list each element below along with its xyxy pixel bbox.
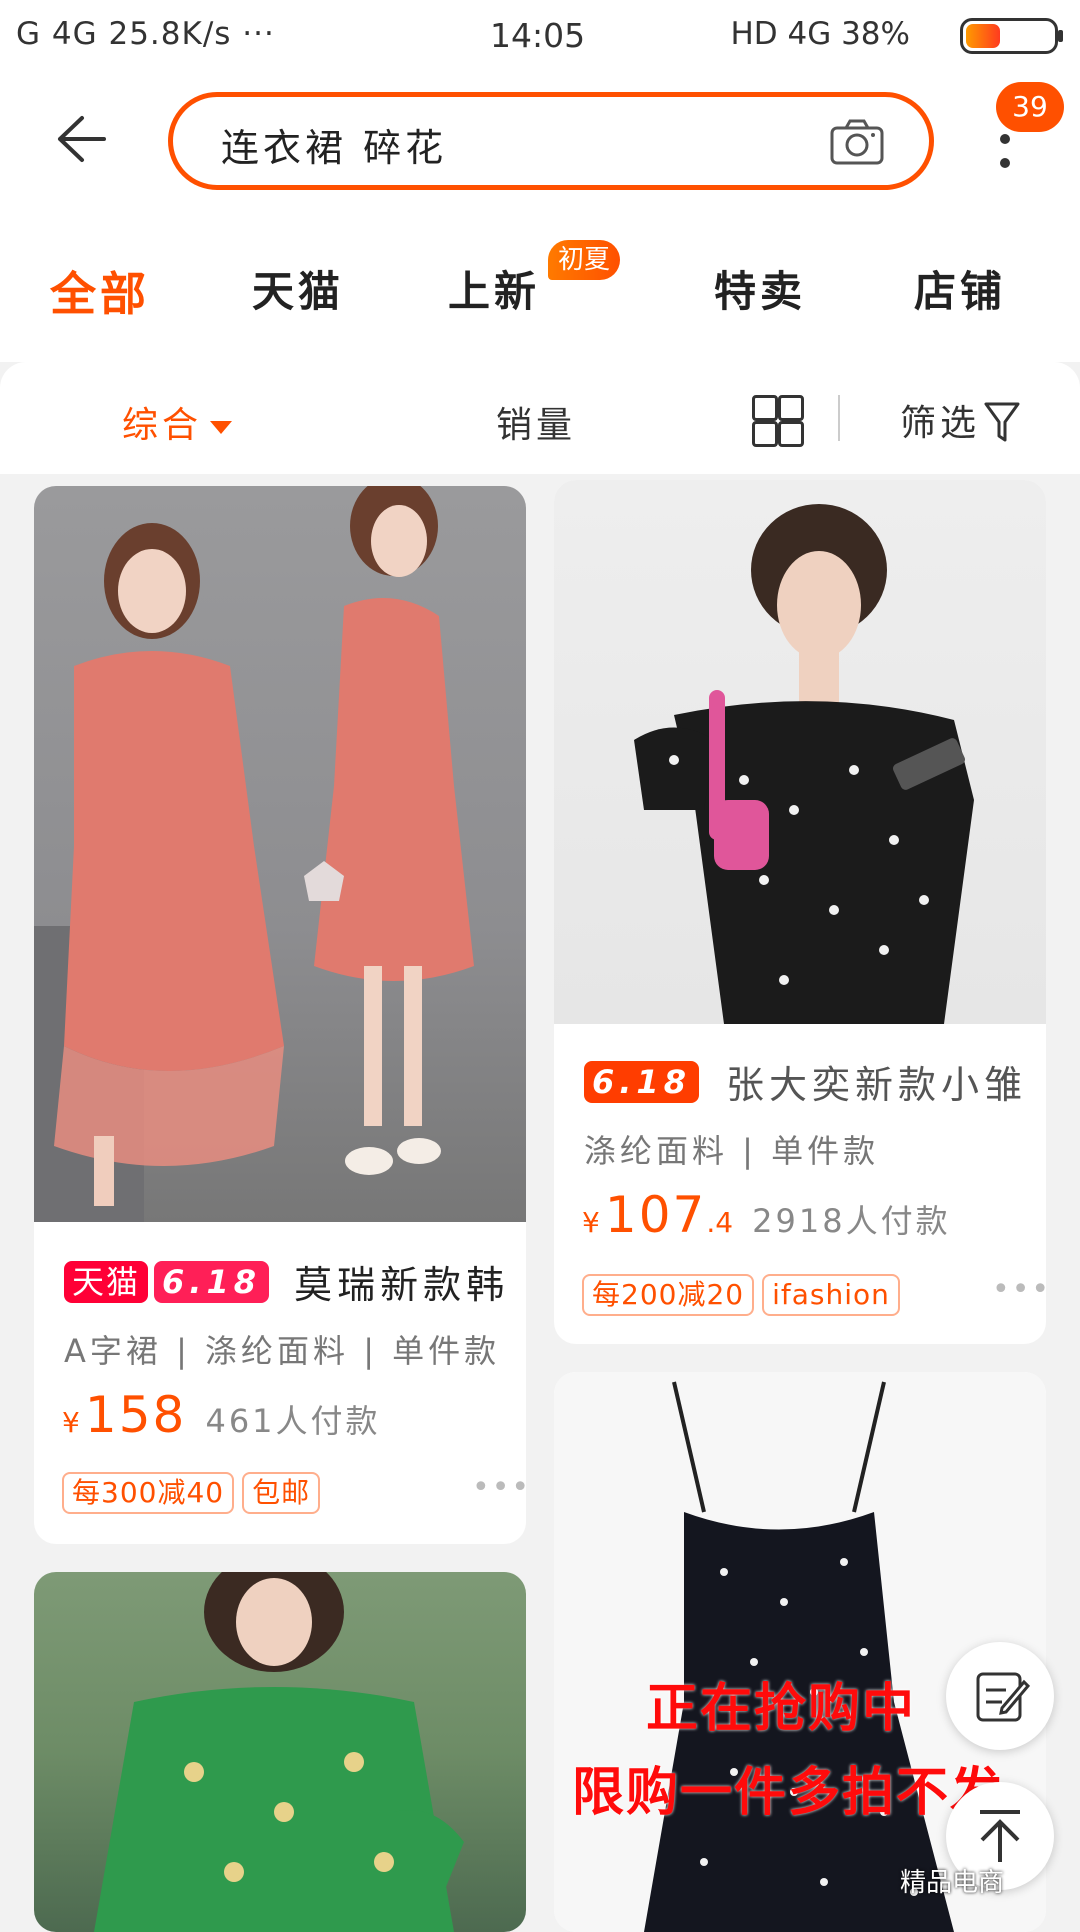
more-options-icon[interactable]: ••• bbox=[992, 1272, 1046, 1307]
tmall-tag: 天猫 bbox=[64, 1260, 149, 1303]
network-status: G 4G 25.8K/s ··· bbox=[16, 16, 275, 52]
sort-comprehensive-label: 综合 bbox=[122, 405, 203, 446]
product-image[interactable] bbox=[34, 1572, 526, 1932]
filter-funnel-icon[interactable] bbox=[984, 400, 1020, 444]
tab-new[interactable]: 上新 bbox=[448, 258, 540, 319]
promo-618-tag: 6.18 bbox=[154, 1260, 269, 1303]
tab-all[interactable]: 全部 bbox=[50, 258, 150, 324]
product-card[interactable]: 天猫 6.18 莫瑞新款韩 A字裙 | 涤纶面料 | 单件款 ¥ 158 461人… bbox=[34, 486, 526, 1544]
divider bbox=[838, 395, 840, 441]
dropdown-caret-icon bbox=[210, 420, 233, 434]
product-title: 6.18 张大奕新款小雏 bbox=[584, 1054, 1027, 1109]
product-attributes: A字裙 | 涤纶面料 | 单件款 bbox=[64, 1332, 501, 1370]
camera-icon[interactable] bbox=[829, 118, 885, 166]
message-count-badge: 39 bbox=[996, 82, 1064, 132]
free-shipping-chip: 包邮 bbox=[242, 1472, 321, 1514]
product-attributes: 涤纶面料 | 单件款 bbox=[584, 1132, 880, 1170]
battery-icon bbox=[960, 18, 1063, 54]
product-title-text: 张大奕新款小雏 bbox=[726, 1063, 1028, 1107]
product-card[interactable] bbox=[34, 1572, 526, 1932]
price-row: ¥ 158 461人付款 bbox=[62, 1386, 381, 1444]
product-title-text: 莫瑞新款韩 bbox=[294, 1263, 510, 1307]
tab-tmall[interactable]: 天猫 bbox=[252, 258, 344, 319]
discount-chip: 每200减20 bbox=[582, 1274, 755, 1316]
watermark: 精品电商 bbox=[900, 1868, 1005, 1898]
search-query: 连衣裙 碎花 bbox=[221, 126, 448, 170]
sort-sales[interactable]: 销量 bbox=[496, 396, 576, 448]
product-title: 天猫 6.18 莫瑞新款韩 bbox=[64, 1254, 509, 1309]
system-indicators: HD 4G 38% bbox=[730, 16, 910, 52]
brand-chip: ifashion bbox=[762, 1274, 900, 1316]
discount-chip: 每300减40 bbox=[62, 1472, 235, 1514]
more-vertical-icon[interactable] bbox=[1000, 134, 1012, 182]
sales-count: 461人付款 bbox=[205, 1402, 381, 1440]
tab-sale[interactable]: 特卖 bbox=[714, 258, 806, 319]
price-cents: .4 bbox=[706, 1206, 734, 1239]
status-bar: G 4G 25.8K/s ··· 14:05 HD 4G 38% bbox=[0, 0, 1080, 72]
currency-symbol: ¥ bbox=[582, 1206, 600, 1239]
price-row: ¥ 107.4 2918人付款 bbox=[582, 1186, 951, 1244]
promo-overlay-line2: 限购一件多拍不发 bbox=[572, 1763, 1005, 1823]
product-card[interactable]: 6.18 张大奕新款小雏 涤纶面料 | 单件款 ¥ 107.4 2918人付款 … bbox=[554, 480, 1046, 1344]
back-arrow-icon[interactable] bbox=[52, 113, 108, 178]
promo-chips: 每300减40 包邮 bbox=[62, 1472, 328, 1514]
tab-shops[interactable]: 店铺 bbox=[914, 258, 1006, 319]
sort-comprehensive[interactable]: 综合 bbox=[122, 396, 233, 448]
product-image[interactable] bbox=[554, 480, 1046, 1024]
promo-overlay-line1: 正在抢购中 bbox=[646, 1679, 917, 1739]
product-price: 158 bbox=[84, 1386, 187, 1444]
clock: 14:05 bbox=[490, 16, 586, 55]
promo-chips: 每200减20 ifashion bbox=[582, 1274, 908, 1316]
feedback-button[interactable] bbox=[946, 1642, 1054, 1750]
search-tabs: 全部 天猫 上新 特卖 店铺 bbox=[0, 248, 1080, 328]
currency-symbol: ¥ bbox=[62, 1406, 80, 1439]
product-image[interactable] bbox=[34, 486, 526, 1222]
grid-view-icon[interactable] bbox=[752, 395, 804, 447]
filter-button[interactable]: 筛选 bbox=[900, 394, 980, 446]
promo-618-tag: 6.18 bbox=[584, 1060, 699, 1103]
search-input[interactable]: 连衣裙 碎花 bbox=[168, 92, 934, 190]
more-options-icon[interactable]: ••• bbox=[472, 1470, 526, 1505]
tab-new-badge: 初夏 bbox=[548, 240, 621, 280]
sales-count: 2918人付款 bbox=[752, 1202, 951, 1240]
edit-note-icon bbox=[976, 1672, 1031, 1722]
product-price: 107 bbox=[604, 1186, 707, 1244]
